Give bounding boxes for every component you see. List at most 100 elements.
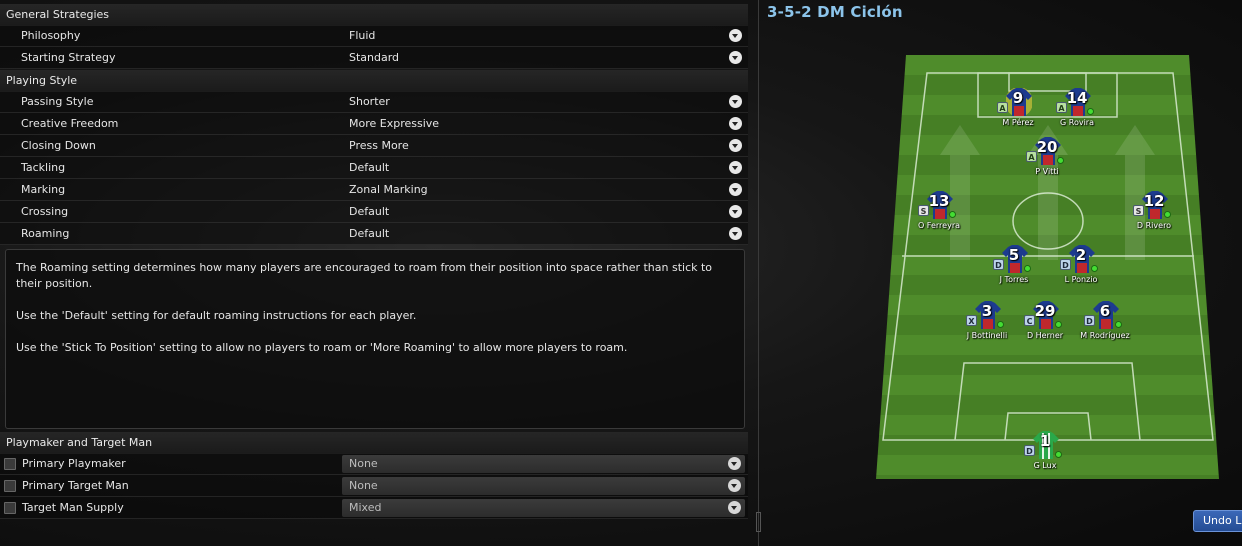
description-paragraph: Use the 'Stick To Position' setting to a…: [16, 341, 628, 354]
player-marker[interactable]: 12 S D Rivero: [1119, 191, 1189, 239]
dropdown-arrow-icon[interactable]: [729, 183, 742, 196]
row-label: Primary Target Man: [22, 479, 129, 492]
target-man-supply-checkbox[interactable]: [4, 502, 16, 514]
player-role-badge: D: [993, 259, 1004, 270]
player-name: G Rovira: [1060, 118, 1094, 127]
dropdown-arrow-icon[interactable]: [728, 479, 741, 492]
row-value: More Expressive: [349, 117, 440, 130]
row-tackling[interactable]: Tackling Default: [0, 157, 748, 179]
fitness-indicator: [1055, 321, 1062, 328]
fitness-indicator: [1164, 211, 1171, 218]
player-marker[interactable]: 6 D M Rodríguez: [1070, 301, 1140, 349]
player-marker[interactable]: 14 A G Rovira: [1042, 88, 1112, 136]
dropdown-arrow-icon[interactable]: [728, 457, 741, 470]
row-label: Marking: [21, 183, 66, 196]
dropdown-arrow-icon[interactable]: [729, 95, 742, 108]
primary-playmaker-checkbox[interactable]: [4, 458, 16, 470]
dropdown-arrow-icon[interactable]: [729, 117, 742, 130]
row-value: Shorter: [349, 95, 390, 108]
player-role-badge: D: [1084, 315, 1095, 326]
fitness-indicator: [997, 321, 1004, 328]
primary-target-man-checkbox[interactable]: [4, 480, 16, 492]
row-value: Fluid: [349, 29, 376, 42]
row-label: Starting Strategy: [21, 51, 116, 64]
row-crossing[interactable]: Crossing Default: [0, 201, 748, 223]
player-name: G Lux: [1033, 461, 1057, 470]
row-value: Zonal Marking: [349, 183, 428, 196]
row-philosophy[interactable]: Philosophy Fluid: [0, 25, 748, 47]
dropdown-arrow-icon[interactable]: [729, 29, 742, 42]
player-role-badge: C: [1024, 315, 1035, 326]
row-value: Default: [349, 205, 390, 218]
fitness-indicator: [1115, 321, 1122, 328]
player-marker[interactable]: 20 A P Vitti: [1012, 137, 1082, 185]
fitness-indicator: [949, 211, 956, 218]
fitness-indicator: [1087, 108, 1094, 115]
row-label: Creative Freedom: [21, 117, 119, 130]
row-passing-style[interactable]: Passing Style Shorter: [0, 91, 748, 113]
description-paragraph: The Roaming setting determines how many …: [16, 261, 713, 290]
dropdown-arrow-icon[interactable]: [729, 161, 742, 174]
row-primary-playmaker: Primary Playmaker None: [0, 453, 748, 475]
target-man-supply-select[interactable]: Mixed: [342, 499, 745, 517]
primary-target-man-select[interactable]: None: [342, 477, 745, 495]
player-role-badge: A: [1026, 151, 1037, 162]
player-role-badge: D: [1024, 445, 1035, 456]
fitness-indicator: [1057, 157, 1064, 164]
row-starting-strategy[interactable]: Starting Strategy Standard: [0, 47, 748, 69]
section-header-general-strategies: General Strategies: [0, 4, 748, 26]
row-target-man-supply: Target Man Supply Mixed: [0, 497, 748, 519]
section-header-playmaker: Playmaker and Target Man: [0, 432, 748, 454]
row-label: Closing Down: [21, 139, 96, 152]
player-name: L Ponzio: [1064, 275, 1098, 284]
row-label: Target Man Supply: [22, 501, 124, 514]
player-name: O Ferreyra: [917, 221, 961, 230]
row-value: Standard: [349, 51, 400, 64]
description-paragraph: Use the 'Default' setting for default ro…: [16, 309, 417, 322]
tactics-settings-panel: General Strategies Philosophy Fluid Star…: [0, 0, 748, 546]
row-value: Default: [349, 227, 390, 240]
row-label: Crossing: [21, 205, 69, 218]
panel-divider: [758, 0, 759, 546]
row-label: Roaming: [21, 227, 70, 240]
fitness-indicator: [1055, 451, 1062, 458]
undo-button[interactable]: Undo L: [1193, 510, 1242, 532]
dropdown-arrow-icon[interactable]: [729, 205, 742, 218]
formation-pitch[interactable]: 9 A M Pérez 14 A G Rovira 20 A P Vitti 1…: [876, 55, 1219, 479]
row-label: Primary Playmaker: [22, 457, 126, 470]
fitness-indicator: [1024, 265, 1031, 272]
tactic-title: 3-5-2 DM Ciclón: [767, 3, 903, 21]
player-role-badge: X: [966, 315, 977, 326]
row-creative-freedom[interactable]: Creative Freedom More Expressive: [0, 113, 748, 135]
description-box: The Roaming setting determines how many …: [5, 249, 745, 429]
row-closing-down[interactable]: Closing Down Press More: [0, 135, 748, 157]
row-marking[interactable]: Marking Zonal Marking: [0, 179, 748, 201]
row-value: Default: [349, 161, 390, 174]
row-label: Passing Style: [21, 95, 94, 108]
dropdown-arrow-icon[interactable]: [729, 227, 742, 240]
section-header-playing-style: Playing Style: [0, 70, 748, 92]
player-role-badge: D: [1060, 259, 1071, 270]
goalkeeper-marker[interactable]: 1 D G Lux: [1010, 431, 1080, 479]
player-name: D Rivero: [1136, 221, 1172, 230]
player-marker[interactable]: 5 D J Torres: [979, 245, 1049, 293]
row-value: Press More: [349, 139, 409, 152]
fitness-indicator: [1091, 265, 1098, 272]
player-role-badge: A: [997, 102, 1008, 113]
row-label: Tackling: [21, 161, 66, 174]
select-value: None: [349, 457, 378, 470]
dropdown-arrow-icon[interactable]: [729, 139, 742, 152]
resize-handle[interactable]: [756, 512, 761, 532]
dropdown-arrow-icon[interactable]: [728, 501, 741, 514]
player-marker[interactable]: 2 D L Ponzio: [1046, 245, 1116, 293]
dropdown-arrow-icon[interactable]: [729, 51, 742, 64]
player-role-badge: S: [918, 205, 929, 216]
player-name: M Rodríguez: [1080, 331, 1130, 340]
row-roaming[interactable]: Roaming Default: [0, 223, 748, 245]
player-role-badge: S: [1133, 205, 1144, 216]
player-marker[interactable]: 13 S O Ferreyra: [904, 191, 974, 239]
primary-playmaker-select[interactable]: None: [342, 455, 745, 473]
row-primary-target-man: Primary Target Man None: [0, 475, 748, 497]
player-role-badge: A: [1056, 102, 1067, 113]
player-name: P Vitti: [1035, 167, 1059, 176]
